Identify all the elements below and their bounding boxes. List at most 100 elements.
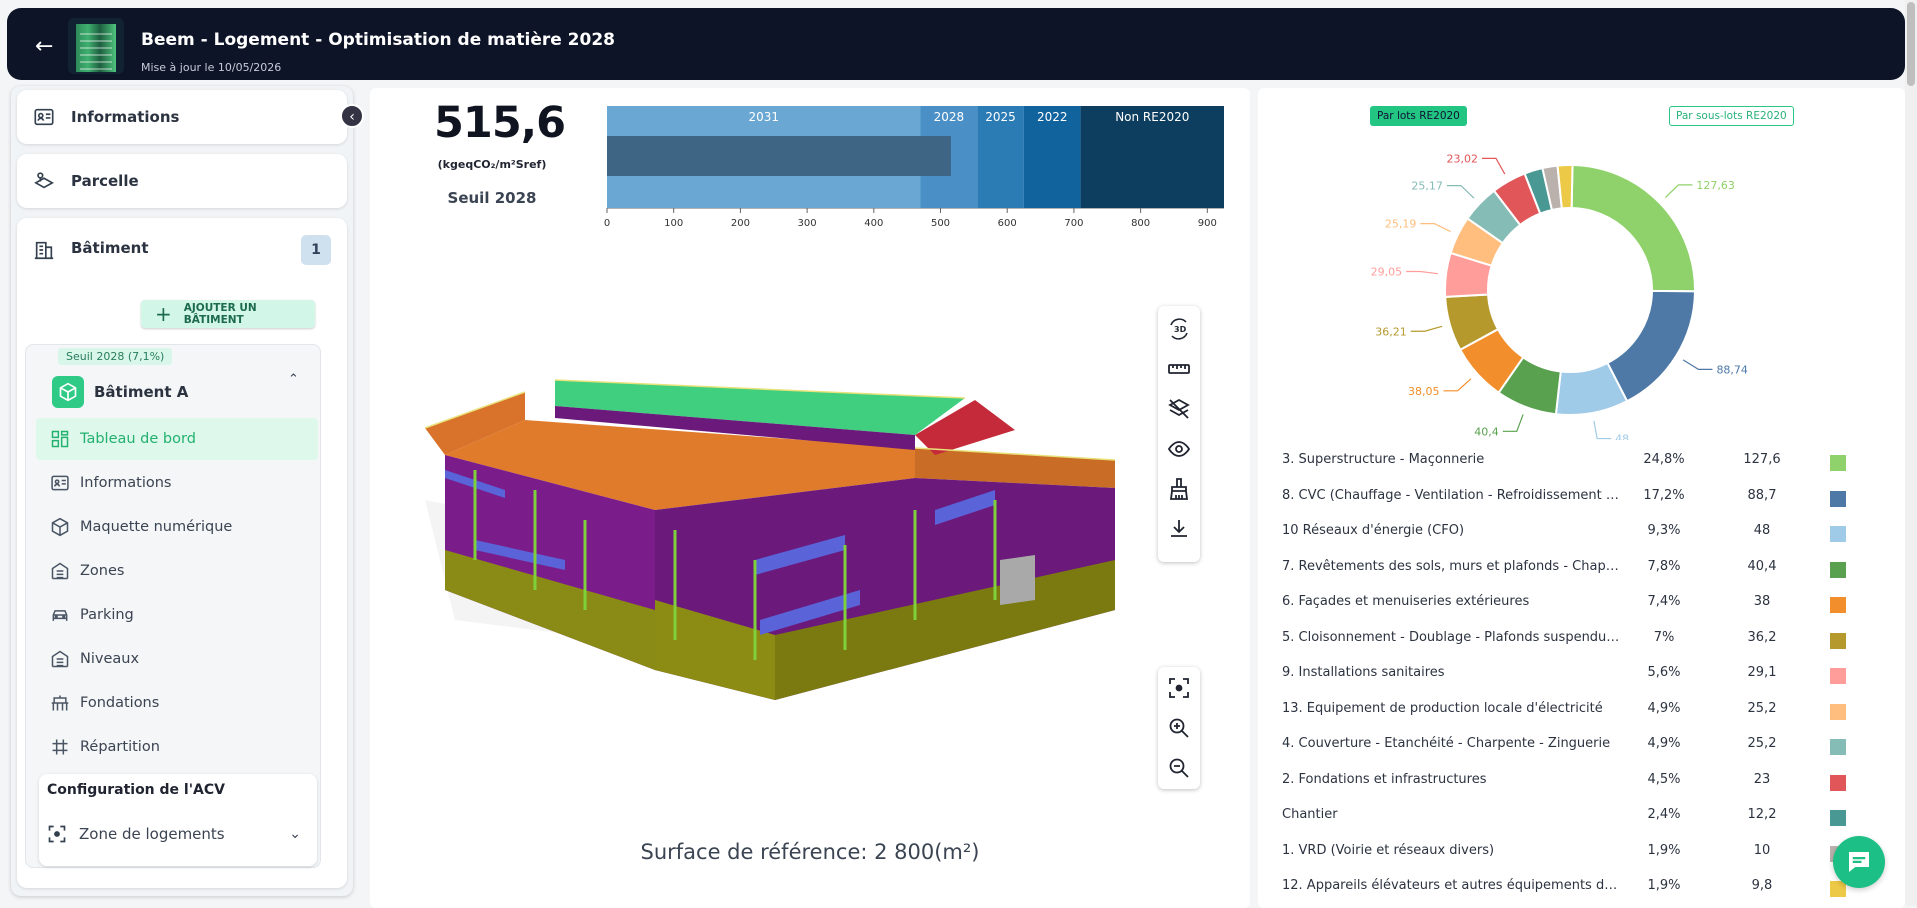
- legend-percent: 7,4%: [1647, 594, 1681, 609]
- id-card-icon: [49, 472, 71, 494]
- value-bar: [607, 136, 951, 176]
- back-arrow-icon[interactable]: ←: [35, 36, 53, 58]
- sidebar-nav-item[interactable]: Fondations: [36, 682, 318, 724]
- legend-swatch: [1830, 455, 1846, 471]
- legend-name: 9. Installations sanitaires: [1282, 665, 1445, 680]
- legend-swatch: [1830, 490, 1846, 507]
- scrollbar-thumb[interactable]: [1907, 2, 1915, 86]
- legend-name: 1. VRD (Voirie et réseaux divers): [1282, 842, 1495, 858]
- legend-row: 8. CVC (Chauffage - Ventilation - Refroi…: [1282, 488, 1852, 510]
- donut-leader-line: [1593, 420, 1612, 440]
- legend-percent: 5,6%: [1647, 665, 1681, 680]
- sidebar-card-parcelle[interactable]: Parcelle: [17, 154, 347, 208]
- legend-row: 2. Fondations et infrastructures 4,5% 23: [1282, 772, 1852, 794]
- legend-value: 40,4: [1747, 558, 1777, 574]
- carbon-value: 515,6: [434, 98, 566, 148]
- legend-percent: 17,2%: [1643, 487, 1685, 503]
- legend-swatch: [1830, 668, 1846, 684]
- axis-tick-label: 300: [798, 218, 817, 229]
- legend-value: 48: [1753, 523, 1771, 538]
- reference-surface: Surface de référence: 2 800(m²): [640, 840, 980, 864]
- ruler-icon[interactable]: [1166, 356, 1192, 382]
- sidebar-nav-item[interactable]: Tableau de bord: [36, 418, 318, 460]
- zone-select[interactable]: Zone de logements ⌄: [47, 818, 309, 850]
- sidebar-nav-item[interactable]: Répartition: [36, 726, 318, 768]
- sidebar-nav-item[interactable]: Informations: [36, 462, 318, 504]
- donut-label: 88,74: [1716, 363, 1748, 376]
- acv-config-title: Configuration de l'ACV: [47, 782, 225, 798]
- add-building-button[interactable]: + AJOUTER UN BÂTIMENT: [141, 300, 315, 328]
- legend-percent: 4,9%: [1647, 700, 1681, 716]
- legend-row: 3. Superstructure - Maçonnerie 24,8% 127,6: [1282, 452, 1852, 474]
- page-scrollbar[interactable]: [1905, 0, 1917, 906]
- legend-value: 10: [1753, 842, 1771, 858]
- donut-slice[interactable]: [1606, 289, 1697, 403]
- legend-name: 8. CVC (Chauffage - Ventilation - Refroi…: [1282, 487, 1622, 503]
- legend-value: 23: [1753, 771, 1771, 787]
- viewer-toolbar: 3D: [1158, 306, 1200, 562]
- cube-icon: [52, 376, 84, 408]
- building-name: Bâtiment A: [94, 383, 189, 401]
- focus-icon[interactable]: [1166, 675, 1192, 701]
- legend-name: 10 Réseaux d'énergie (CFO): [1282, 523, 1465, 538]
- zoom-out-icon[interactable]: [1166, 755, 1192, 781]
- legend-percent: 7%: [1653, 629, 1675, 645]
- sidebar-nav-label: Tableau de bord: [80, 431, 196, 447]
- building-icon: [34, 241, 54, 260]
- sidebar-parcelle-label: Parcelle: [71, 172, 139, 190]
- legend-percent: 2,4%: [1647, 807, 1681, 822]
- sidebar-nav-item[interactable]: Niveaux: [36, 638, 318, 680]
- sidebar-card-informations[interactable]: Informations: [17, 90, 347, 144]
- tab-par-lots[interactable]: Par lots RE2020: [1370, 106, 1467, 126]
- broom-icon[interactable]: [1166, 476, 1192, 502]
- building-count-badge: 1: [301, 235, 331, 265]
- acv-config-card: Configuration de l'ACV Zone de logements…: [39, 774, 317, 866]
- batiment-header[interactable]: Bâtiment 1: [17, 218, 347, 282]
- donut-leader-line: [1406, 270, 1439, 275]
- sidebar-nav-label: Niveaux: [80, 651, 140, 667]
- rotate-3d-icon[interactable]: 3D: [1166, 316, 1192, 342]
- legend-row: 13. Équipement de production locale d'él…: [1282, 701, 1852, 723]
- legend-row: 10 Réseaux d'énergie (CFO) 9,3% 48: [1282, 523, 1852, 545]
- legend-percent: 9,3%: [1647, 523, 1681, 538]
- donut-leader-line: [1481, 157, 1506, 175]
- download-icon[interactable]: [1166, 516, 1192, 542]
- legend-swatch: [1830, 526, 1846, 542]
- zone-select-value: Zone de logements: [79, 825, 225, 843]
- top-bar: ← Beem - Logement - Optimisation de mati…: [7, 8, 1905, 80]
- grid-hash-icon: [49, 736, 71, 758]
- sidebar-nav-label: Zones: [80, 563, 125, 579]
- collapse-sidebar-chevron-icon[interactable]: ‹: [340, 104, 364, 128]
- donut-leader-line: [1682, 359, 1713, 370]
- sidebar-nav-label: Parking: [80, 607, 134, 623]
- donut-leader-line: [1446, 184, 1475, 199]
- sidebar-nav-item[interactable]: Parking: [36, 594, 318, 636]
- legend-swatch: [1830, 561, 1846, 578]
- building-icon: [49, 560, 71, 582]
- layers-off-icon[interactable]: [1166, 396, 1192, 422]
- donut-label: 40,4: [1474, 425, 1499, 438]
- carbon-unit: (kgeqCO₂/m²Sref): [437, 158, 547, 171]
- sidebar-nav-item[interactable]: Maquette numérique: [36, 506, 318, 548]
- legend-swatch: [1830, 703, 1846, 720]
- legend-value: 12,2: [1747, 807, 1777, 822]
- legend-row: 7. Revêtements des sols, murs et plafond…: [1282, 559, 1852, 581]
- building-3d-model[interactable]: [415, 360, 1135, 800]
- legend-name: 13. Équipement de production locale d'él…: [1282, 700, 1603, 716]
- chevron-up-icon[interactable]: ⌃: [288, 372, 299, 387]
- donut-label: 25,17: [1411, 180, 1443, 193]
- donut-leader-line: [1420, 223, 1451, 233]
- legend-name: 12. Appareils élévateurs et autres équip…: [1282, 878, 1622, 893]
- chat-bubble-icon[interactable]: [1833, 836, 1885, 888]
- tab-par-sous-lots[interactable]: Par sous-lots RE2020: [1669, 106, 1794, 126]
- donut-slice[interactable]: [1570, 164, 1696, 293]
- zoom-in-icon[interactable]: [1166, 715, 1192, 741]
- legend-percent: 1,9%: [1647, 878, 1681, 893]
- eye-icon[interactable]: [1166, 436, 1192, 462]
- axis-tick-label: 600: [998, 218, 1017, 229]
- legend-value: 25,2: [1747, 700, 1777, 716]
- legend-percent: 7,8%: [1647, 558, 1681, 574]
- legend-name: 4. Couverture - Etanchéité - Charpente -…: [1282, 736, 1611, 751]
- legend-value: 127,6: [1743, 452, 1781, 467]
- sidebar-nav-item[interactable]: Zones: [36, 550, 318, 592]
